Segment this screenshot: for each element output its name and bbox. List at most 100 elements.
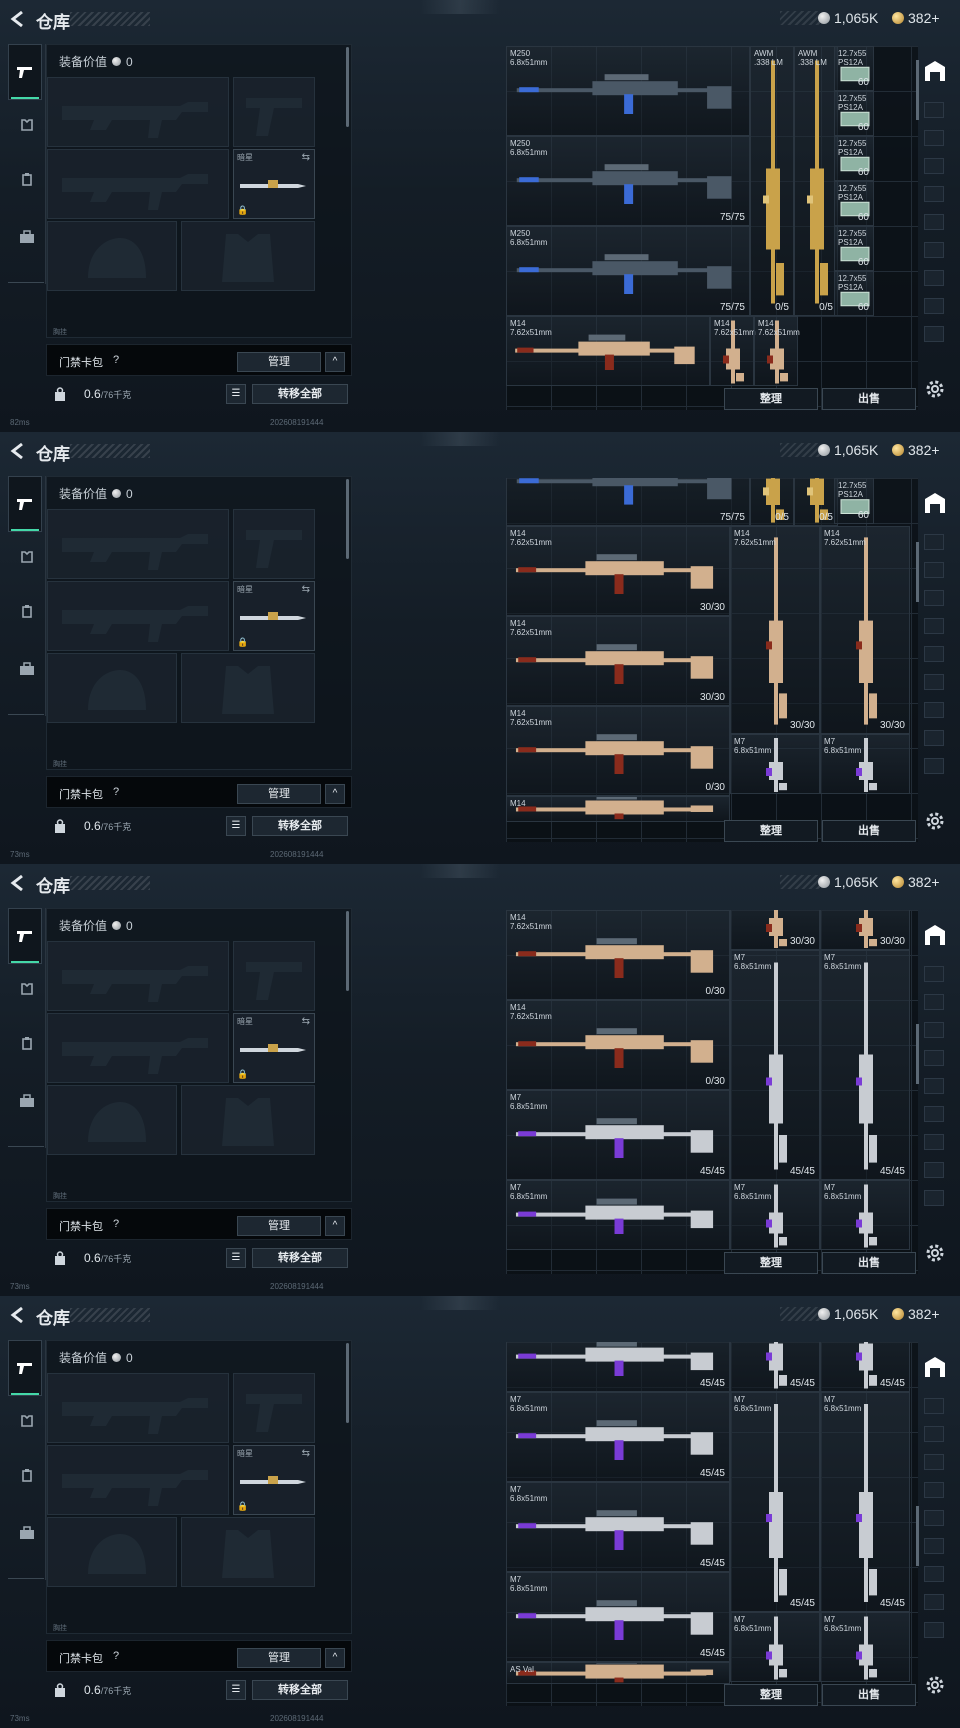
nav-backpack-tab[interactable] (12, 1028, 42, 1058)
back-arrow-icon[interactable] (8, 9, 28, 29)
weapon-item[interactable]: M7 6.8x51mm 45/45 (820, 950, 910, 1180)
rail-item-icon[interactable] (924, 534, 944, 550)
nav-armor-tab[interactable] (12, 542, 42, 572)
rail-item-icon[interactable] (924, 186, 944, 202)
rail-item-icon[interactable] (924, 1134, 944, 1150)
nav-armor-tab[interactable] (12, 974, 42, 1004)
gold-currency[interactable]: 382+ (892, 10, 940, 26)
sort-button[interactable]: 整理 (724, 388, 818, 410)
rail-item-icon[interactable] (924, 1398, 944, 1414)
equipment-scrollbar[interactable] (346, 911, 349, 991)
rail-item-icon[interactable] (924, 1454, 944, 1470)
weapon-item[interactable]: M14 7.62x51mm 30/30 (730, 526, 820, 734)
settings-gear-icon[interactable] (924, 810, 946, 832)
sell-button[interactable]: 出售 (822, 1684, 916, 1706)
storage-icon[interactable] (922, 58, 948, 84)
list-icon[interactable]: ☰ (226, 1248, 246, 1268)
sort-button[interactable]: 整理 (724, 1684, 818, 1706)
melee-slot[interactable]: 暗星 ⇆ 🔒 (233, 149, 315, 219)
rail-item-icon[interactable] (924, 1190, 944, 1206)
manage-button[interactable]: 管理 (237, 1216, 321, 1236)
helmet-slot[interactable] (47, 653, 177, 723)
move-all-button[interactable]: 转移全部 (252, 384, 348, 404)
rail-item-icon[interactable] (924, 130, 944, 146)
rail-item-icon[interactable] (924, 1022, 944, 1038)
rail-item-icon[interactable] (924, 214, 944, 230)
weapon-item[interactable]: M14 7.62x51mm 0/30 (506, 706, 730, 796)
help-icon[interactable]: ? (109, 1649, 123, 1663)
equipment-scrollbar[interactable] (346, 47, 349, 127)
rail-item-icon[interactable] (924, 102, 944, 118)
weapon-item[interactable]: M7 6.8x51mm 45/45 (730, 950, 820, 1180)
rail-item-icon[interactable] (924, 966, 944, 982)
move-all-button[interactable]: 转移全部 (252, 816, 348, 836)
equipment-scrollbar[interactable] (346, 1343, 349, 1423)
weapon-item[interactable]: M250 6.8x51mm 75/75 (506, 226, 750, 316)
rail-item-icon[interactable] (924, 702, 944, 718)
rail-item-icon[interactable] (924, 1078, 944, 1094)
chevron-up-icon[interactable]: ^ (325, 1216, 345, 1236)
sort-button[interactable]: 整理 (724, 1252, 818, 1274)
ammo-item[interactable]: 12.7x55 PS12A 60 (834, 226, 874, 271)
melee-slot[interactable]: 暗星 ⇆ 🔒 (233, 1013, 315, 1083)
weapon-item[interactable]: M14 7.62x51mm (506, 316, 710, 386)
rail-item-icon[interactable] (924, 1482, 944, 1498)
list-icon[interactable]: ☰ (226, 384, 246, 404)
weapon-item[interactable]: M7 6.8x51mm (820, 1180, 910, 1250)
storage-icon[interactable] (922, 1354, 948, 1380)
weapon-item[interactable]: M14 7.62x51mm (710, 316, 756, 386)
rail-item-icon[interactable] (924, 758, 944, 774)
rail-item-icon[interactable] (924, 1106, 944, 1122)
nav-weapons-tab[interactable] (8, 1340, 42, 1396)
nav-armor-tab[interactable] (12, 1406, 42, 1436)
primary-weapon-slot[interactable] (47, 1373, 229, 1443)
helmet-slot[interactable] (47, 1085, 177, 1155)
weapon-item[interactable]: M7 6.8x51mm 45/45 (506, 1572, 730, 1662)
move-all-button[interactable]: 转移全部 (252, 1248, 348, 1268)
primary-weapon-slot[interactable] (47, 77, 229, 147)
rail-item-icon[interactable] (924, 242, 944, 258)
armor-slot[interactable] (181, 1085, 315, 1155)
nav-weapons-tab[interactable] (8, 908, 42, 964)
rail-item-icon[interactable] (924, 158, 944, 174)
pistol-slot[interactable] (233, 941, 315, 1011)
back-arrow-icon[interactable] (8, 441, 28, 461)
rail-item-icon[interactable] (924, 618, 944, 634)
rail-item-icon[interactable] (924, 1538, 944, 1554)
nav-armor-tab[interactable] (12, 110, 42, 140)
storage-icon[interactable] (922, 922, 948, 948)
armor-slot[interactable] (181, 1517, 315, 1587)
rail-item-icon[interactable] (924, 1594, 944, 1610)
melee-slot[interactable]: 暗星 ⇆ 🔒 (233, 581, 315, 651)
weapon-item[interactable]: M14 7.62x51mm (754, 316, 800, 386)
rail-item-icon[interactable] (924, 270, 944, 286)
back-arrow-icon[interactable] (8, 873, 28, 893)
rail-item-icon[interactable] (924, 298, 944, 314)
weapon-item[interactable]: M14 7.62x51mm 0/30 (506, 910, 730, 1000)
nav-backpack-tab[interactable] (12, 1460, 42, 1490)
help-icon[interactable]: ? (109, 1217, 123, 1231)
rail-item-icon[interactable] (924, 326, 944, 342)
help-icon[interactable]: ? (109, 353, 123, 367)
sell-button[interactable]: 出售 (822, 820, 916, 842)
chevron-up-icon[interactable]: ^ (325, 1648, 345, 1668)
weapon-item[interactable]: M14 7.62x51mm 0/30 (506, 1000, 730, 1090)
settings-gear-icon[interactable] (924, 378, 946, 400)
gold-currency[interactable]: 382+ (892, 874, 940, 890)
list-icon[interactable]: ☰ (226, 816, 246, 836)
ammo-item[interactable]: 12.7x55 PS12A 60 (834, 478, 874, 524)
weapon-item[interactable]: M14 7.62x51mm 30/30 (506, 616, 730, 706)
weapon-item[interactable]: M7 6.8x51mm 45/45 (506, 1482, 730, 1572)
rail-item-icon[interactable] (924, 730, 944, 746)
weapon-item[interactable]: 45/45 (820, 1342, 910, 1392)
weapon-item[interactable]: M7 6.8x51mm (730, 734, 820, 794)
inventory-scrollbar[interactable] (916, 542, 919, 602)
weapon-item[interactable]: M14 (506, 796, 730, 822)
manage-button[interactable]: 管理 (237, 352, 321, 372)
weapon-item[interactable]: M250 6.8x51mm 75/75 (506, 136, 750, 226)
inventory-scrollbar[interactable] (916, 1024, 919, 1084)
weapon-item[interactable]: 75/75 (506, 478, 750, 526)
weapon-item[interactable]: M7 6.8x51mm (820, 734, 910, 794)
weapon-item[interactable]: AWM .338 LM 0/5 (750, 46, 794, 316)
weapon-item[interactable]: 30/30 (730, 910, 820, 950)
